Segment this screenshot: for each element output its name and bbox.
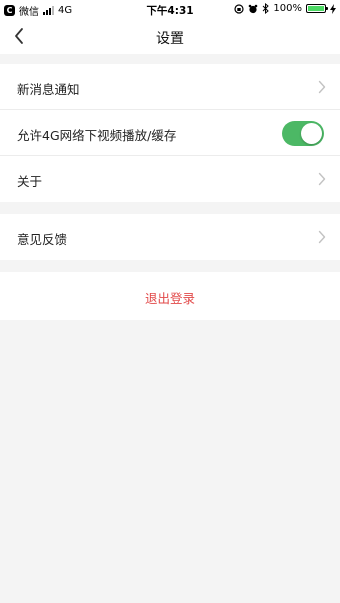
settings-group-main: 新消息通知 允许4G网络下视频播放/缓存 关于 <box>0 64 340 202</box>
new-message-notify-row[interactable]: 新消息通知 <box>0 64 340 110</box>
status-bar: C 微信 4G 下午4:31 100% <box>0 0 340 18</box>
chevron-right-icon <box>318 230 326 244</box>
alarm-icon <box>249 4 258 13</box>
logout-label: 退出登录 <box>144 291 195 306</box>
new-message-notify-label: 新消息通知 <box>17 82 80 97</box>
navigation-bar: 设置 <box>0 18 340 54</box>
battery-percent: 100% <box>273 3 302 14</box>
bluetooth-icon <box>263 3 270 14</box>
logout-button[interactable]: 退出登录 <box>0 272 340 320</box>
page-title: 设置 <box>156 31 184 47</box>
allow-4g-video-label: 允许4G网络下视频播放/缓存 <box>17 128 177 143</box>
chevron-right-icon <box>318 172 326 186</box>
chevron-right-icon <box>318 80 326 94</box>
settings-group-feedback: 意见反馈 <box>0 214 340 260</box>
battery-icon <box>306 4 328 13</box>
feedback-row[interactable]: 意见反馈 <box>0 214 340 260</box>
charging-icon <box>330 3 336 14</box>
allow-4g-video-row: 允许4G网络下视频播放/缓存 <box>0 110 340 156</box>
about-label: 关于 <box>17 174 43 189</box>
about-row[interactable]: 关于 <box>0 156 340 202</box>
feedback-label: 意见反馈 <box>17 232 68 247</box>
status-right: 100% <box>234 3 336 14</box>
allow-4g-video-toggle[interactable] <box>282 121 324 146</box>
toggle-knob <box>301 123 322 144</box>
orientation-lock-icon <box>234 3 245 14</box>
